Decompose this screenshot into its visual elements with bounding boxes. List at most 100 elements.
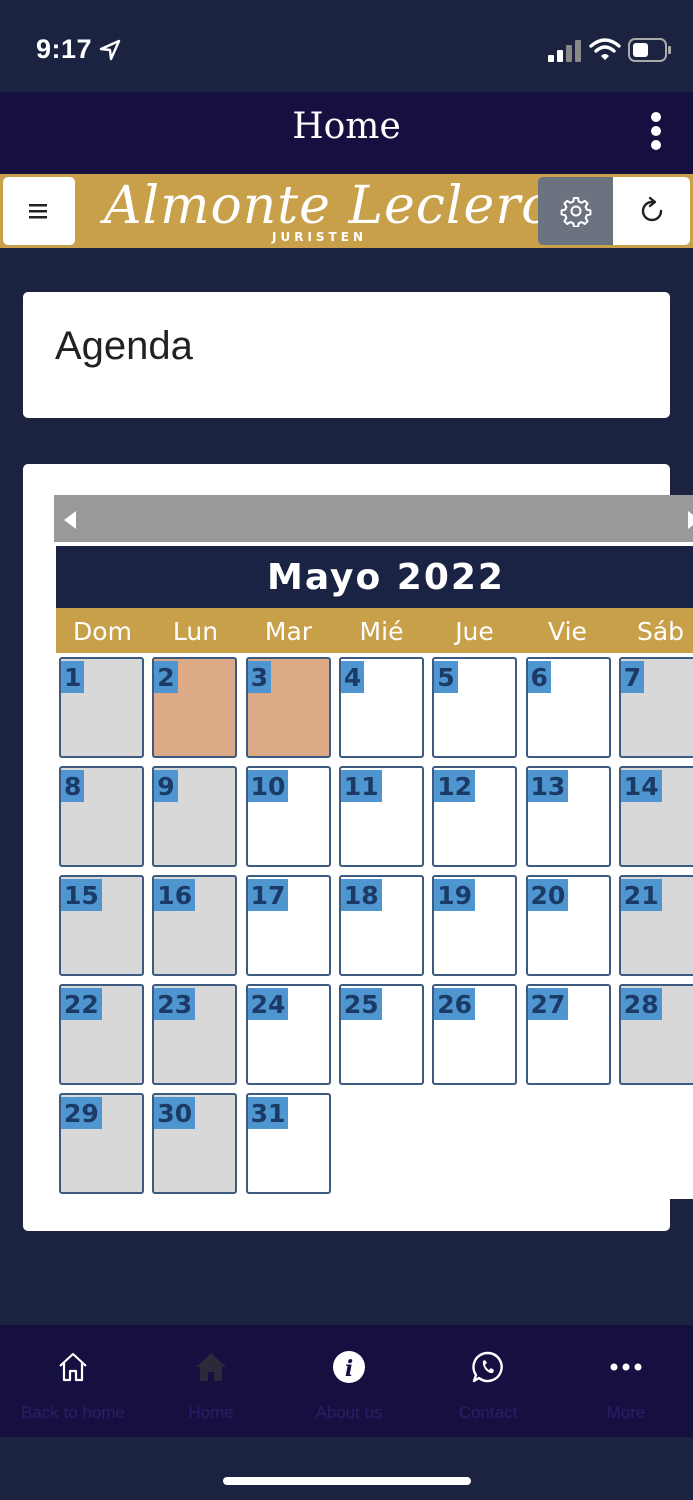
day-number: 12 (434, 770, 475, 802)
calendar-nav-bar (54, 495, 693, 542)
day-number: 18 (340, 879, 382, 911)
weekday-label: Dom (73, 617, 132, 646)
day-number: 1 (61, 661, 85, 693)
day-number: 29 (61, 1097, 102, 1129)
nav-back-to-home[interactable]: Back to home (4, 1325, 142, 1437)
day-number: 14 (620, 770, 662, 802)
calendar-day-cell[interactable]: 5 (432, 657, 518, 758)
calendar-month-label: Mayo 2022 (56, 546, 693, 608)
day-number: 22 (61, 988, 102, 1020)
calendar-day-cell[interactable]: 1 (59, 657, 144, 758)
more-dots-icon (610, 1363, 642, 1371)
weekday-label: Vie (548, 617, 587, 646)
calendar-day-cell[interactable]: 7 (618, 657, 693, 758)
calendar: Mayo 2022 Dom Lun Mar Mié Jue Vie Sáb 12345678… (54, 495, 693, 1199)
day-number: 15 (61, 879, 102, 911)
home-indicator[interactable] (223, 1477, 471, 1485)
prev-month-arrow-icon[interactable] (62, 510, 78, 530)
calendar-day-cell[interactable]: 31 (245, 1093, 331, 1194)
calendar-day-cell[interactable]: 3 (245, 657, 331, 758)
day-number: 26 (434, 988, 475, 1020)
weekday-label: Mié (359, 617, 404, 646)
calendar-day-cell[interactable]: 6 (525, 657, 611, 758)
app-header: Home (0, 92, 693, 174)
page-title: Home (292, 106, 401, 147)
day-number: 3 (247, 661, 271, 693)
calendar-day-cell[interactable]: 20 (525, 875, 611, 976)
logo-text: Almonte Leclerc (104, 176, 552, 236)
calendar-day-cell[interactable]: 18 (338, 875, 424, 976)
info-icon: i (333, 1351, 365, 1383)
day-number: 17 (247, 879, 289, 911)
status-time: 9:17 (36, 34, 93, 64)
calendar-day-cell[interactable]: 21 (618, 875, 693, 976)
hamburger-icon (29, 204, 47, 219)
bottom-nav: Back to home Home i About us Contact Mor… (0, 1325, 693, 1437)
nav-contact[interactable]: Contact (419, 1325, 557, 1437)
weekday-label: Jue (455, 617, 494, 646)
day-number: 23 (154, 988, 196, 1020)
calendar-day-cell[interactable]: 2 (152, 657, 238, 758)
calendar-day-cell[interactable]: 11 (338, 766, 424, 867)
weekday-header-row: Dom Lun Mar Mié Jue Vie Sáb (56, 608, 693, 653)
logo-subtitle: JURISTEN (272, 230, 367, 244)
calendar-day-cell[interactable]: 22 (59, 984, 144, 1085)
nav-home[interactable]: Home (142, 1325, 280, 1437)
calendar-day-cell[interactable]: 10 (245, 766, 331, 867)
day-number: 13 (527, 770, 569, 802)
gear-icon (560, 197, 591, 227)
day-number: 10 (247, 770, 289, 802)
calendar-day-cell[interactable]: 23 (152, 984, 238, 1085)
calendar-day-cell[interactable]: 29 (59, 1093, 144, 1194)
day-number: 24 (247, 988, 289, 1020)
calendar-day-cell[interactable]: 25 (338, 984, 424, 1085)
calendar-day-cell[interactable]: 9 (152, 766, 238, 867)
calendar-day-cell[interactable]: 12 (432, 766, 518, 867)
day-number: 16 (154, 879, 196, 911)
day-number: 20 (527, 879, 569, 911)
day-number: 19 (434, 879, 475, 911)
nav-about-us[interactable]: i About us (280, 1325, 418, 1437)
whatsapp-icon (472, 1351, 503, 1383)
calendar-day-cell[interactable]: 30 (152, 1093, 238, 1194)
day-number: 31 (247, 1097, 289, 1129)
weekday-label: Lun (172, 617, 219, 646)
svg-text:i: i (345, 1356, 353, 1382)
battery-icon (628, 38, 671, 62)
signal-icon (548, 40, 581, 62)
next-month-arrow-icon[interactable] (686, 510, 693, 530)
day-number: 6 (527, 661, 551, 693)
calendar-day-cell[interactable]: 13 (525, 766, 611, 867)
day-number: 4 (340, 661, 365, 693)
weekday-label: Sáb (636, 617, 685, 646)
calendar-day-cell[interactable]: 17 (245, 875, 331, 976)
day-number: 30 (154, 1097, 196, 1129)
calendar-day-cell[interactable]: 19 (432, 875, 518, 976)
calendar-day-cell[interactable]: 14 (618, 766, 693, 867)
kebab-menu-icon[interactable] (644, 112, 668, 156)
wifi-icon (589, 38, 621, 60)
day-number: 8 (61, 770, 85, 802)
calendar-day-cell[interactable]: 15 (59, 875, 144, 976)
calendar-day-cell[interactable]: 27 (525, 984, 611, 1085)
nav-label: About us (315, 1403, 383, 1422)
calendar-day-cell[interactable]: 16 (152, 875, 238, 976)
nav-label: Home (188, 1403, 234, 1422)
nav-more[interactable]: More (557, 1325, 693, 1437)
calendar-day-cell[interactable]: 4 (338, 657, 424, 758)
weekday-label: Mar (264, 617, 313, 646)
brand-banner: Almonte Leclerc JURISTEN (0, 174, 693, 248)
day-number: 11 (340, 770, 382, 802)
calendar-day-cell[interactable]: 24 (245, 984, 331, 1085)
calendar-card: Mayo 2022 Dom Lun Mar Mié Jue Vie Sáb 12345678… (23, 464, 693, 1231)
settings-button[interactable] (538, 177, 613, 245)
house-outline-icon (59, 1352, 87, 1382)
house-filled-icon (196, 1353, 226, 1381)
calendar-day-cell[interactable]: 26 (432, 984, 518, 1085)
day-number: 28 (620, 988, 662, 1020)
menu-button[interactable] (3, 177, 75, 245)
refresh-button[interactable] (613, 177, 690, 245)
calendar-day-cell[interactable]: 28 (618, 984, 693, 1085)
calendar-day-cell[interactable]: 8 (59, 766, 144, 867)
day-number: 21 (620, 879, 662, 911)
